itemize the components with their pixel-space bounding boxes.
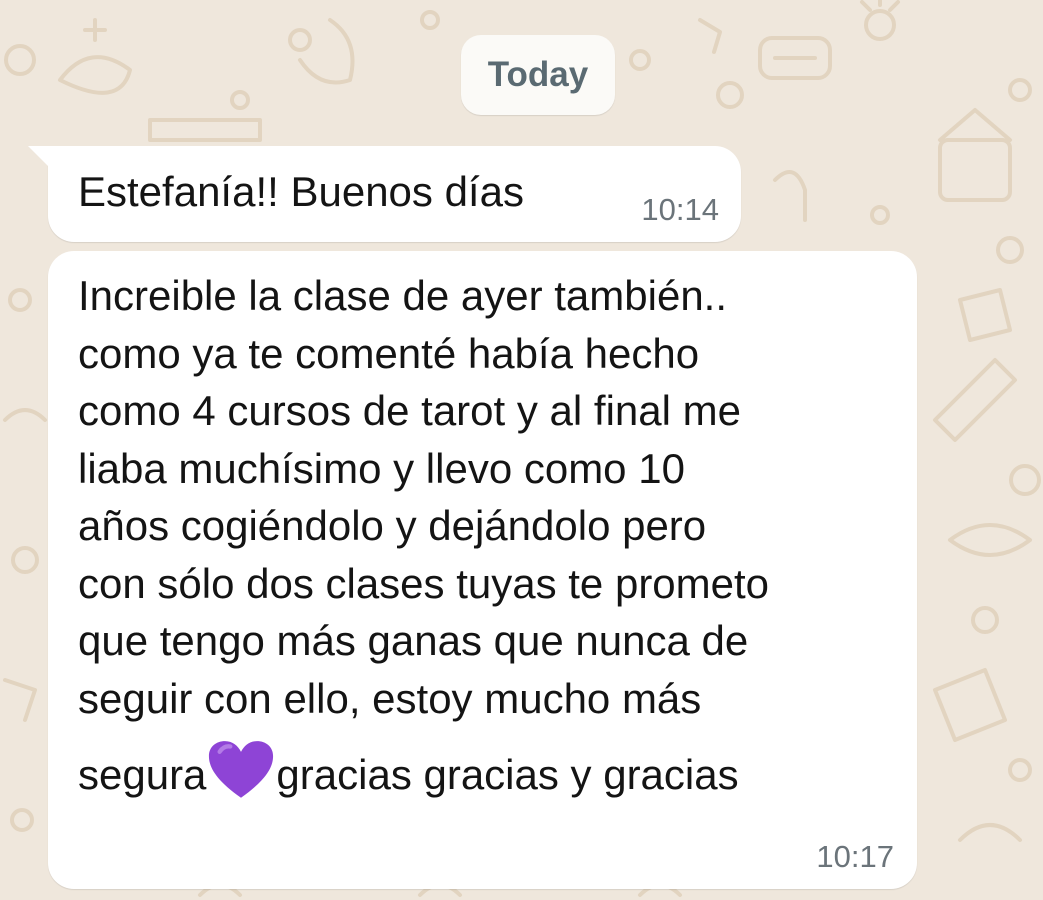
- message-text-segment: segura: [78, 751, 207, 798]
- message-line: que tengo más ganas que nunca de: [78, 617, 749, 664]
- message-line: como ya te comenté había hecho: [78, 329, 700, 377]
- message-timestamp: 10:17: [816, 839, 894, 874]
- message-text-segment: gracias gracias y gracias: [276, 751, 739, 798]
- message-line: años cogiéndolo y dejándolo pero: [78, 502, 707, 549]
- purple-heart-icon: [209, 741, 274, 798]
- message-line: Increible la clase de ayer también..: [78, 272, 728, 319]
- message-bubble[interactable]: Estefanía!! Buenos días 10:14: [28, 146, 741, 242]
- message-line: seguir con ello, estoy mucho más: [78, 674, 702, 722]
- message-line: con sólo dos clases tuyas te prometo: [78, 559, 770, 607]
- message-text: Estefanía!! Buenos días: [78, 168, 524, 215]
- message-line: liaba muchísimo y llevo como 10: [78, 444, 685, 492]
- message-line: segura gracias gracias y gracias: [78, 739, 908, 804]
- message-bubble[interactable]: Increible la clase de ayer también.. com…: [48, 251, 917, 889]
- date-separator: Today: [461, 35, 615, 115]
- message-line: como 4 cursos de tarot y al final me: [78, 387, 741, 434]
- message-timestamp: 10:14: [641, 192, 719, 227]
- bubble-tail: [28, 146, 50, 168]
- message-text: Increible la clase de ayer también.. com…: [78, 267, 908, 804]
